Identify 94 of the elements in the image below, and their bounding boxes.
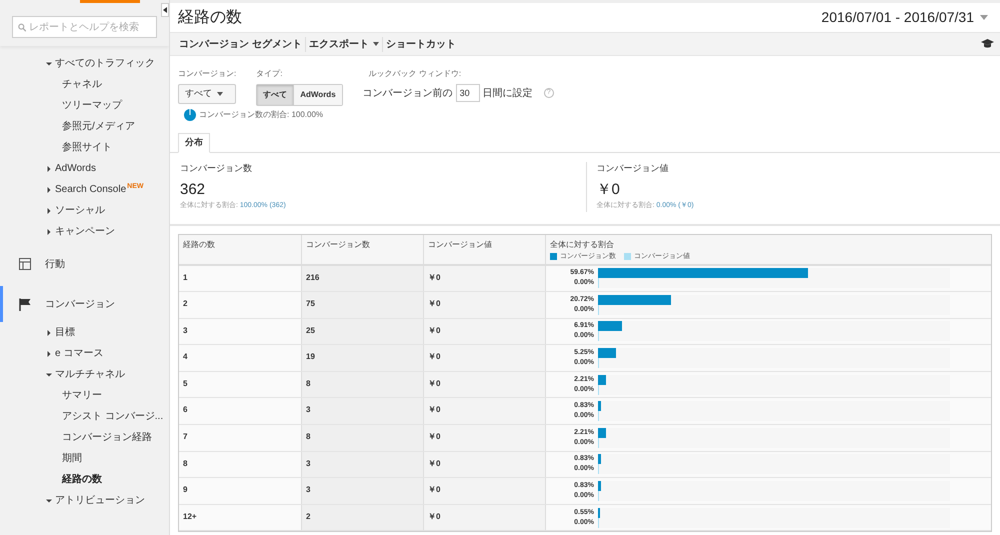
lookback-label: 日間に設定 (482, 86, 533, 100)
table-cell: 8 (306, 432, 310, 442)
filter-label: タイプ: (256, 68, 284, 80)
table-cell: 9 (183, 485, 188, 494)
column-header[interactable]: コンバージョン数 (306, 238, 419, 250)
table-cell: ￥0 (428, 485, 440, 494)
table-cell: 8 (183, 458, 188, 468)
column-header[interactable]: 経路の数 (183, 238, 297, 250)
sampling-text: コンバージョン数の割合: 100.00% (199, 109, 324, 121)
flag-icon (19, 298, 31, 310)
date-range-picker[interactable]: 2016/07/01 - 2016/07/31 (821, 7, 992, 28)
nav-item[interactable]: 参照サイト (62, 140, 112, 155)
nav-item[interactable]: ソーシャル (55, 203, 105, 218)
table-cell: 2 (306, 512, 310, 521)
column-header[interactable]: コンバージョン値 (428, 238, 541, 250)
table-cell: 75 (306, 299, 315, 308)
filter-label: コンバージョン: (178, 68, 236, 80)
tab[interactable]: 分布 (178, 133, 210, 153)
page-title: 経路の数 (178, 8, 242, 28)
table-cell: 12+ (183, 512, 197, 521)
type-toggle[interactable]: AdWords (293, 85, 342, 105)
nav-item[interactable]: チャネル (62, 77, 102, 92)
table-cell: 8 (306, 378, 310, 388)
nav-item[interactable]: マルチチャネル (55, 367, 125, 382)
table-cell: 6 (183, 405, 188, 414)
table-cell: ￥0 (428, 512, 440, 521)
nav-item[interactable]: すべてのトラフィック (55, 56, 155, 71)
table-cell: 3 (183, 326, 188, 335)
table-cell: ￥0 (428, 299, 440, 308)
table-cell: 25 (306, 326, 315, 335)
metric-label: コンバージョン数 (180, 162, 253, 175)
collapse-icon[interactable] (163, 7, 167, 13)
table-cell: 1 (183, 272, 188, 282)
table-cell: ￥0 (428, 272, 440, 282)
table-cell: 5 (183, 378, 188, 388)
caret-right-icon[interactable] (46, 186, 52, 192)
nav-item[interactable]: キャンペーン (55, 224, 115, 239)
layout-icon (19, 258, 31, 270)
table-cell: 7 (183, 432, 188, 442)
column-header[interactable]: 全体に対する割合 (550, 238, 987, 250)
nav-item[interactable]: アシスト コンバージ... (62, 409, 164, 424)
caret-right-icon[interactable] (46, 208, 52, 214)
nav-item[interactable]: 期間 (62, 451, 82, 466)
table-cell: 19 (306, 352, 315, 362)
toolbar-button[interactable]: エクスポート (304, 36, 382, 52)
caret-down-icon[interactable] (46, 372, 52, 378)
table-cell: 4 (183, 352, 188, 362)
table-cell: 3 (306, 458, 310, 468)
nav-item[interactable]: 参照元/メディア (62, 119, 135, 134)
filter-label: ルックバック ウィンドウ: (368, 68, 462, 80)
table-cell: 216 (306, 272, 320, 282)
caret-right-icon[interactable] (46, 166, 52, 172)
caret-right-icon[interactable] (46, 330, 52, 336)
table-cell: ￥0 (428, 352, 440, 362)
nav-item[interactable]: コンバージョン経路 (62, 430, 152, 445)
caret-down-icon (980, 15, 988, 20)
table-cell: ￥0 (428, 405, 440, 414)
table-cell: ￥0 (428, 432, 440, 442)
caret-down-icon[interactable] (46, 60, 52, 66)
nav-item[interactable]: サマリー (62, 388, 102, 403)
nav-item[interactable]: アトリビューション (55, 493, 145, 508)
caret-down-icon (372, 42, 379, 46)
caret-right-icon[interactable] (46, 350, 52, 356)
lookback-label: コンバージョン前の (362, 86, 453, 100)
table-cell: ￥0 (428, 378, 440, 388)
graduation-cap-icon[interactable] (981, 39, 994, 49)
lookback-days-field[interactable]: 30 (456, 84, 480, 102)
table-cell: ￥0 (428, 458, 440, 468)
table-cell: 2 (183, 299, 188, 308)
nav-item[interactable]: ツリーマップ (62, 98, 122, 113)
nav-item[interactable]: 経路の数 (62, 472, 102, 487)
metric-value: 362 (180, 180, 206, 200)
nav-item[interactable]: AdWords (55, 161, 96, 176)
caret-right-icon[interactable] (46, 228, 52, 234)
section-label: コンバージョン (45, 298, 115, 312)
caret-down-icon (217, 92, 223, 96)
table-cell: 3 (306, 405, 310, 414)
metric-value: ￥0 (596, 180, 621, 200)
nav-section[interactable]: 行動 (0, 246, 169, 282)
table-cell: ￥0 (428, 326, 440, 335)
section-label: 行動 (45, 258, 65, 272)
search-icon (18, 22, 26, 32)
toolbar-button[interactable]: ショートカット (382, 36, 459, 52)
conversion-dropdown[interactable]: すべて (178, 84, 236, 104)
type-toggle[interactable]: すべて (257, 85, 294, 105)
caret-down-icon[interactable] (46, 498, 52, 504)
search-field[interactable]: レポートとヘルプを検索 (12, 16, 157, 38)
metric-label: コンバージョン値 (596, 162, 670, 175)
nav-item[interactable]: 目標 (55, 325, 75, 340)
table-cell: 3 (306, 485, 310, 494)
nav-item[interactable]: Search Console (55, 182, 126, 197)
toolbar-button[interactable]: コンバージョン セグメント (176, 36, 305, 52)
pie-icon (184, 109, 196, 121)
nav-item[interactable]: e コマース (55, 346, 104, 361)
